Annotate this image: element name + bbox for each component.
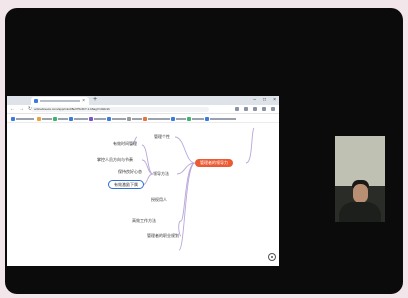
tab-close-icon[interactable]: × [82,98,85,104]
extension-icon[interactable] [235,107,239,111]
mindmap-root-node[interactable]: 管理者的领导力 [195,159,233,167]
mindmap-topic-node[interactable]: 授权用人 [151,197,167,203]
video-background [335,136,385,186]
extension-icon[interactable] [271,107,275,111]
bookmark-item[interactable] [37,116,52,121]
mindmap-subtopic-node[interactable]: 掌控人员方向与节奏 [97,157,133,163]
new-tab-button[interactable]: + [93,96,97,104]
mindmap-topic-node[interactable]: 领导方法 [153,171,169,177]
back-button[interactable]: ← [10,106,15,112]
participant-face [353,184,368,203]
bookmark-item[interactable] [53,116,68,121]
window-controls: – □ × [253,97,276,104]
url-field[interactable]: onlinebreeze.com/app/mind/8e375c4b?-1-b6… [31,107,209,112]
extension-icon[interactable] [244,107,248,111]
mindmap-subtopic-node[interactable]: 有效时间管理 [113,141,137,147]
mindmap-topic-node[interactable]: 管理者的职业规划 [147,233,179,239]
participant-video[interactable] [335,136,385,222]
extension-icon[interactable] [262,107,266,111]
participant-body [339,202,381,222]
minimize-button[interactable]: – [253,97,256,104]
forward-button[interactable]: → [19,106,24,112]
bookmark-item[interactable] [205,116,236,121]
bookmark-item[interactable] [107,116,126,121]
bookmarks-bar [7,114,279,123]
mindmap-topic-node[interactable]: 高效工作方法 [132,218,156,224]
mindmap-connectors [130,127,255,251]
meeting-window: × + – □ × ← → ↻ onlinebreeze.com/app/min… [5,8,403,294]
address-bar: ← → ↻ onlinebreeze.com/app/mind/8e375c4b… [7,105,279,114]
mindmap-subtopic-node[interactable]: 保持良好心态 [118,169,142,175]
mindmap-selected-node[interactable]: 有效激励下属 [108,180,144,189]
browser-tab-bar: × + – □ × [7,96,279,105]
tab-title-placeholder [40,100,80,102]
bookmark-item[interactable] [127,116,142,121]
bookmark-item[interactable] [11,116,34,121]
bookmark-item[interactable] [143,116,170,121]
extension-icon[interactable] [253,107,257,111]
bookmark-item[interactable] [69,116,88,121]
extension-icons [235,107,275,111]
bookmark-item[interactable] [89,116,106,121]
maximize-button[interactable]: □ [263,97,266,104]
mindmap-topic-node[interactable]: 管理个性 [154,134,170,140]
nav-buttons: ← → ↻ [10,106,32,112]
bookmark-item[interactable] [187,116,204,121]
gear-icon[interactable] [268,253,276,261]
close-window-button[interactable]: × [273,97,276,104]
bookmark-item[interactable] [171,116,186,121]
mindmap-canvas[interactable]: 管理者的领导力 管理个性 有效时间管理 领导方法 掌控人员方向与节奏 保持良好心… [7,123,279,266]
shared-screen: × + – □ × ← → ↻ onlinebreeze.com/app/min… [7,96,279,266]
browser-tab[interactable]: × [31,97,89,105]
tab-favicon-icon [34,99,38,103]
